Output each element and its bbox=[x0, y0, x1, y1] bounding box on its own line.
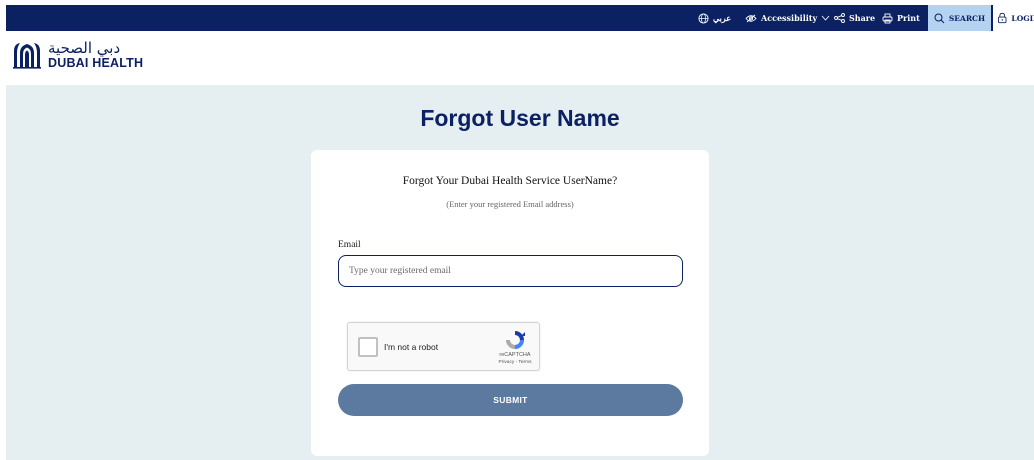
eye-icon bbox=[745, 14, 757, 22]
submit-button[interactable]: SUBMIT bbox=[338, 384, 683, 416]
recaptcha-label: I'm not a robot bbox=[384, 342, 439, 352]
main-content: Forgot User Name Forgot Your Dubai Healt… bbox=[6, 85, 1034, 460]
search-icon bbox=[934, 13, 945, 23]
language-label: عربي bbox=[713, 13, 732, 23]
logo-arabic-text: دبي الصحية bbox=[48, 39, 121, 57]
accessibility-menu[interactable]: Accessibility bbox=[745, 5, 830, 31]
form-subheading: (Enter your registered Email address) bbox=[446, 199, 574, 209]
print-button[interactable]: Print bbox=[882, 5, 920, 31]
form-heading: Forgot Your Dubai Health Service UserNam… bbox=[402, 175, 618, 187]
share-button[interactable]: Share bbox=[834, 5, 875, 31]
logo-wordmark: دبي الصحية DUBAI HEALTH bbox=[48, 41, 143, 70]
email-input[interactable] bbox=[338, 255, 683, 287]
print-label: Print bbox=[897, 13, 920, 23]
login-label: LOGIN bbox=[1011, 13, 1034, 23]
recaptcha-privacy-terms[interactable]: Privacy - Terms bbox=[492, 360, 538, 365]
top-utility-bar: عربي Accessibility Share Print SEARCH LO… bbox=[6, 5, 1034, 31]
site-header: دبي الصحية DUBAI HEALTH bbox=[6, 31, 1034, 85]
login-button[interactable]: LOGIN bbox=[993, 5, 1034, 31]
search-button[interactable]: SEARCH bbox=[928, 5, 991, 31]
search-label: SEARCH bbox=[948, 13, 986, 23]
recaptcha-checkbox[interactable] bbox=[358, 337, 378, 357]
share-label: Share bbox=[849, 13, 876, 23]
chevron-down-icon bbox=[821, 15, 830, 21]
dubai-health-logo[interactable]: دبي الصحية DUBAI HEALTH bbox=[12, 41, 143, 70]
recaptcha-widget: I'm not a robot reCAPTCHA Privacy - Term… bbox=[347, 322, 540, 371]
accessibility-label: Accessibility bbox=[761, 13, 818, 23]
globe-icon bbox=[698, 12, 709, 24]
language-switch[interactable]: عربي bbox=[698, 5, 731, 31]
logo-english-text: DUBAI HEALTH bbox=[48, 56, 144, 70]
dubai-health-emblem-icon bbox=[13, 43, 41, 69]
recaptcha-logo-icon bbox=[506, 331, 525, 349]
lock-icon bbox=[997, 12, 1007, 24]
email-label: Email bbox=[338, 240, 361, 250]
share-icon bbox=[834, 13, 845, 23]
forgot-username-card: Forgot Your Dubai Health Service UserNam… bbox=[311, 150, 709, 456]
page-title: Forgot User Name bbox=[420, 105, 620, 131]
printer-icon bbox=[882, 13, 893, 23]
recaptcha-brand: reCAPTCHA bbox=[499, 352, 531, 358]
